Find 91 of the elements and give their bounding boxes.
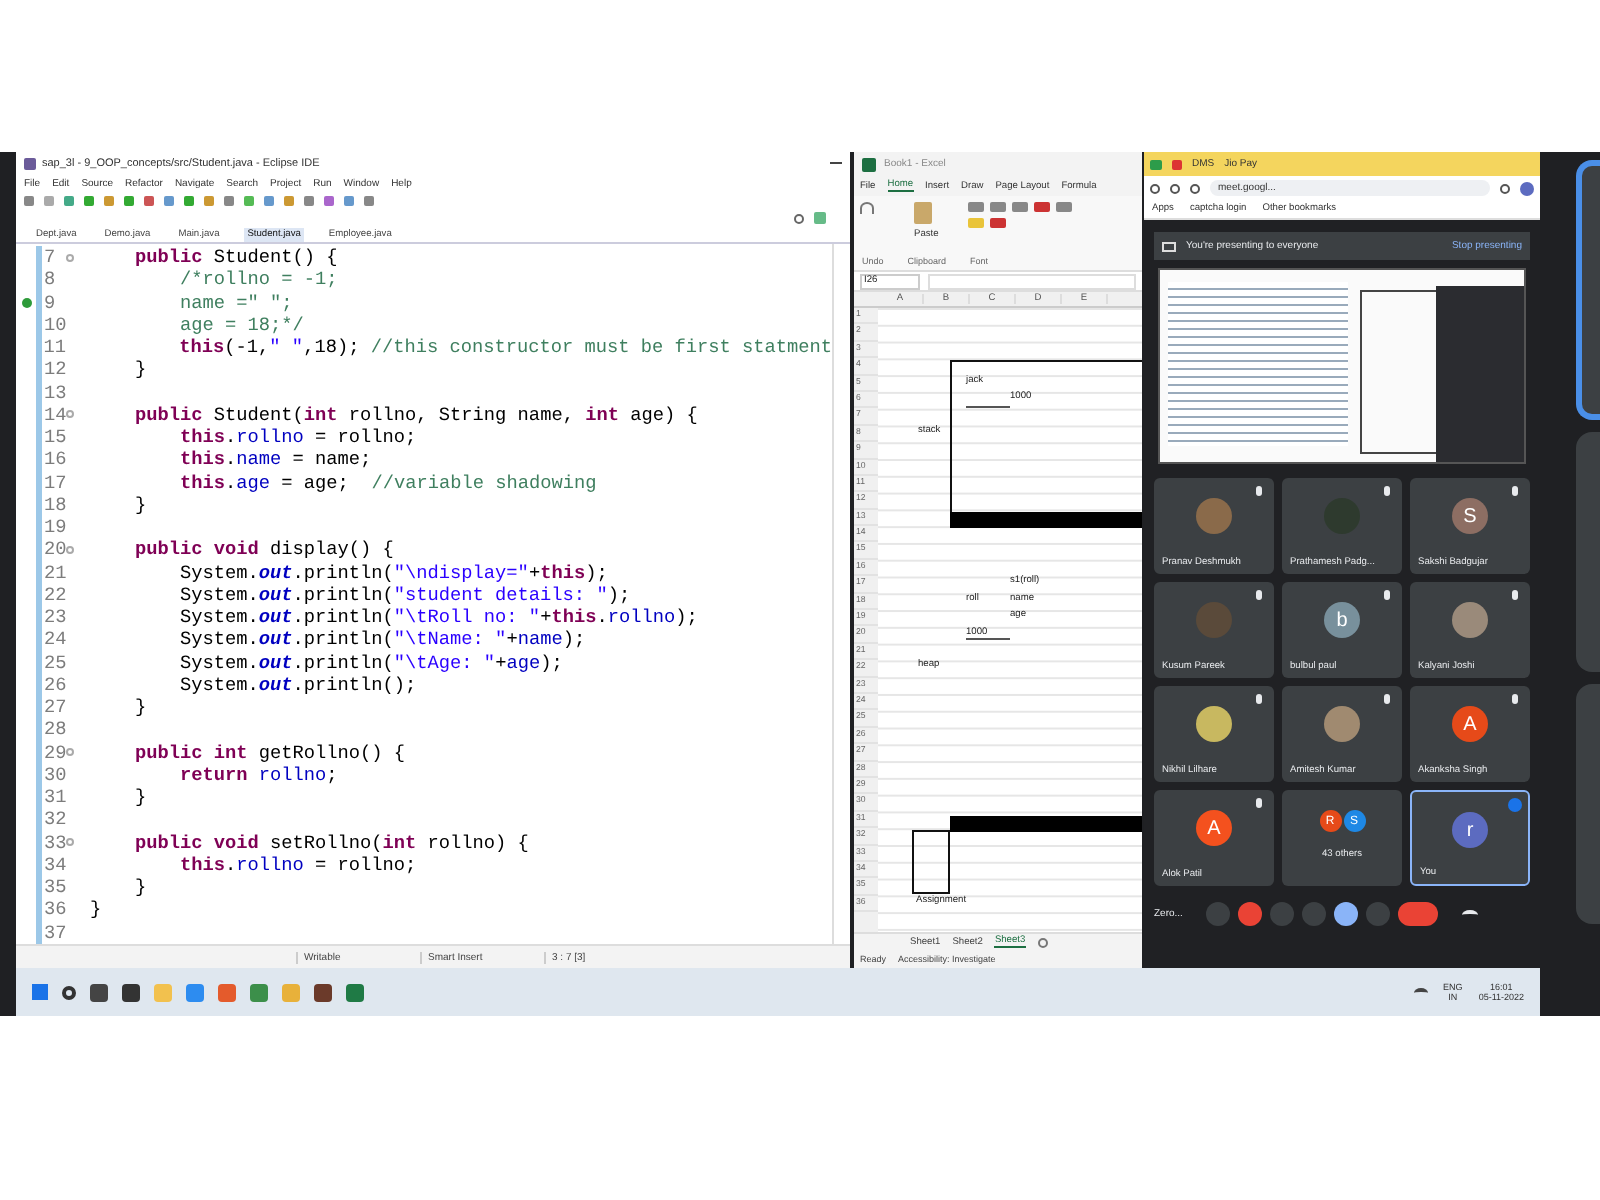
code-line: } — [133, 358, 147, 381]
line-number: 26 — [36, 673, 66, 696]
code-line: this.name = name; — [178, 448, 372, 471]
avatar: A — [1452, 706, 1488, 742]
app-icon[interactable] — [122, 983, 140, 1001]
line-number: 27 — [36, 696, 66, 719]
code-line: System.out.println("\tRoll no: "+this.rollno); — [178, 606, 698, 629]
box-outline — [912, 830, 950, 894]
line-number: 25 — [36, 651, 66, 674]
app-icon — [862, 157, 876, 171]
code-line: this.age = age; //variable shadowing — [178, 471, 597, 494]
line-number: 28 — [36, 718, 66, 741]
spreadsheet-icon[interactable] — [346, 983, 364, 1001]
undo-icon[interactable] — [860, 202, 874, 214]
line-number: 31 — [36, 786, 66, 809]
fold-icon[interactable] — [66, 545, 74, 554]
app-icon[interactable] — [314, 983, 332, 1001]
line-number: 33 — [36, 831, 66, 854]
line-number: 29 — [36, 741, 66, 764]
task-view-icon[interactable] — [90, 983, 108, 1001]
line-number: 21 — [36, 561, 66, 584]
screen-icon — [1162, 241, 1176, 251]
code-line: } — [133, 786, 147, 809]
profile-avatar-icon[interactable] — [1520, 181, 1534, 195]
underline-rule — [966, 638, 1010, 640]
code-line: System.out.println(); — [178, 673, 417, 696]
line-number: 32 — [36, 808, 66, 831]
avatar: S — [1452, 498, 1488, 534]
code-line: public void setRollno(int rollno) { — [133, 831, 529, 854]
code-line: System.out.println("\ndisplay="+this); — [178, 561, 608, 584]
code-line: public void display() { — [133, 538, 394, 561]
line-number: 20 — [36, 538, 66, 561]
line-number: 34 — [36, 853, 66, 876]
avatar: r — [1452, 812, 1488, 848]
code-line: name =" "; — [178, 291, 293, 314]
line-number: 36 — [36, 898, 66, 921]
line-number: 30 — [36, 763, 66, 786]
line-number: 16 — [36, 448, 66, 471]
code-line: } — [90, 898, 102, 921]
hang-up-icon[interactable] — [1398, 902, 1438, 926]
line-number: 15 — [36, 426, 66, 449]
line-number: 24 — [36, 628, 66, 651]
line-number: 9 — [36, 291, 66, 314]
code-line: this(-1," ",18); //this constructor must be first statment — [177, 336, 832, 359]
search-icon[interactable] — [62, 985, 76, 999]
code-line: public Student() { — [133, 246, 338, 269]
avatar: A — [1196, 810, 1232, 846]
line-number: 19 — [36, 516, 66, 539]
line-number: 12 — [36, 358, 66, 381]
code-line: System.out.println("student details: "); — [178, 583, 631, 606]
code-line: public int getRollno() { — [133, 741, 406, 764]
record-icon — [1172, 159, 1182, 169]
wifi-icon[interactable] — [1413, 987, 1428, 997]
code-line: public Student(int rollno, String name, int age) { — [133, 403, 698, 426]
folder-icon[interactable] — [154, 983, 172, 1001]
line-number: 18 — [36, 493, 66, 516]
line-number: 7 — [36, 246, 66, 269]
video-icon[interactable] — [1150, 159, 1162, 169]
search-icon[interactable] — [794, 213, 804, 223]
line-number: 23 — [36, 606, 66, 629]
code-line: return rollno; — [178, 763, 338, 786]
underline-rule — [966, 406, 1010, 408]
fold-icon[interactable] — [66, 748, 74, 757]
breakpoint-icon — [21, 297, 31, 308]
line-number: 35 — [36, 876, 66, 899]
code-line: age = 18;*/ — [178, 313, 304, 336]
line-number: 10 — [36, 313, 66, 336]
fold-icon[interactable] — [66, 838, 74, 847]
perspective-icon[interactable] — [814, 212, 826, 224]
code-line: } — [133, 876, 147, 899]
fold-icon[interactable] — [66, 253, 74, 262]
code-line: /*rollno = -1; — [178, 268, 338, 291]
fold-icon[interactable] — [66, 410, 74, 419]
line-number: 14 — [36, 403, 66, 426]
code-line: System.out.println("\tAge: "+age); — [178, 651, 563, 674]
camera-off-icon[interactable] — [1238, 902, 1262, 926]
app-icon — [24, 157, 36, 169]
line-number: 13 — [36, 381, 66, 404]
line-number: 8 — [36, 268, 66, 291]
line-number: 17 — [36, 471, 66, 494]
code-line: this.rollno = rollno; — [178, 853, 417, 876]
code-line: System.out.println("\tName: "+name); — [178, 628, 586, 651]
code-line: this.rollno = rollno; — [178, 426, 417, 449]
line-number: 22 — [36, 583, 66, 606]
chevron-icon[interactable] — [1462, 909, 1478, 919]
code-line: } — [133, 493, 147, 516]
formula-field[interactable] — [928, 273, 1136, 289]
code-line: } — [133, 696, 147, 719]
avatar: b — [1324, 602, 1360, 638]
clipboard-icon[interactable] — [914, 202, 932, 224]
line-number: 11 — [35, 336, 66, 359]
